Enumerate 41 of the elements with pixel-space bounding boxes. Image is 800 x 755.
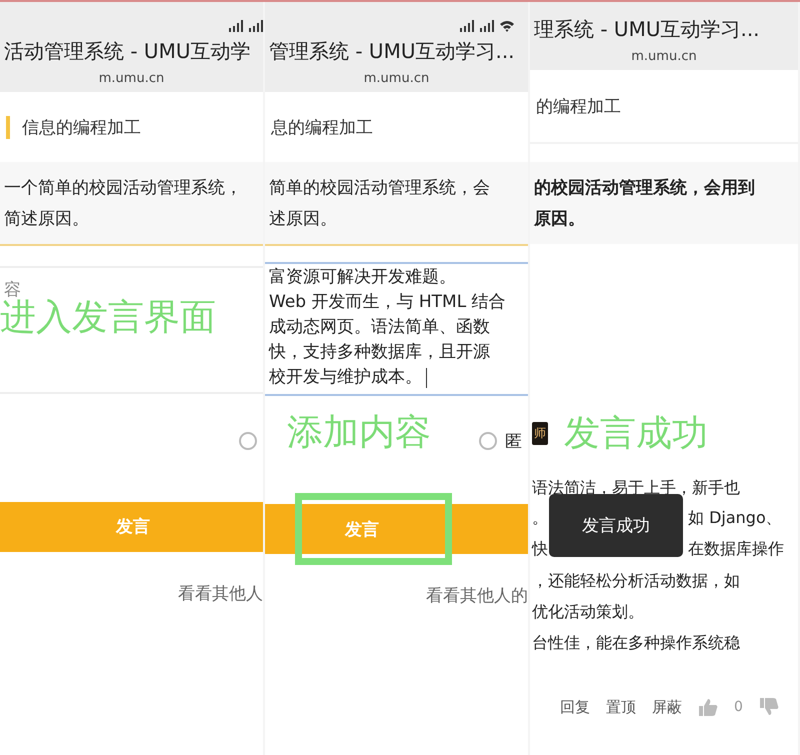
like-count: 0 xyxy=(734,699,743,716)
comment-line: 优化活动策划。 xyxy=(532,600,645,623)
role-badge: 师 xyxy=(532,422,548,446)
wifi-icon xyxy=(499,20,515,32)
page-url: m.umu.cn xyxy=(98,71,164,86)
page-title: 理系统 - UMU互动学习... xyxy=(533,16,760,43)
thumbs-down-icon[interactable] xyxy=(758,698,779,716)
comment-line: 台性佳，能在多种操作系统稳 xyxy=(532,632,741,654)
comment-line: 。 xyxy=(532,508,549,529)
anonymous-label: 匿 xyxy=(505,430,522,452)
page-url: m.umu.cn xyxy=(631,49,697,64)
page-title: 管理系统 - UMU互动学习... xyxy=(268,38,515,65)
comment-action[interactable]: 置顶 xyxy=(606,698,636,717)
annotation-text: 进入发言界面 xyxy=(0,298,217,338)
comment-line: ，还能轻松分析活动数据，如 xyxy=(532,570,741,592)
text-area[interactable]: 富资源可解决开发难题。 Web 开发而生，与 HTML 结合 成动态网页。语法简单、函数 快，支持多种数据库，且开源 校开发与维护成本。 xyxy=(265,262,528,396)
comment-action[interactable]: 屏蔽 xyxy=(652,698,682,717)
signal-icon xyxy=(479,20,495,32)
others-link[interactable]: 看看其他人 xyxy=(178,582,263,605)
question-box: 一个简单的校园活动管理系统， 简述原因。 xyxy=(0,162,263,246)
anonymous-radio[interactable] xyxy=(479,432,497,450)
others-link[interactable]: 看看其他人的 xyxy=(426,584,528,607)
question-box: 的校园活动管理系统，会用到 原因。 xyxy=(530,162,798,244)
section-title: 息的编程加工 xyxy=(271,116,373,138)
section-title: 的编程加工 xyxy=(536,96,621,118)
signal-icon xyxy=(228,20,244,32)
anonymous-radio[interactable] xyxy=(239,432,257,450)
signal-icon xyxy=(459,20,475,32)
toast: 发言成功 xyxy=(549,494,683,557)
comment-line: 快 xyxy=(532,538,549,560)
annotation-text: 添加内容 xyxy=(287,413,431,453)
annotation-text: 发言成功 xyxy=(564,414,708,454)
comment-action[interactable]: 回复 xyxy=(560,698,590,717)
page-title: 活动管理系统 - UMU互动学 xyxy=(3,38,250,65)
question-box: 简单的校园活动管理系统，会 述原因。 xyxy=(265,162,528,246)
comment-line: 如 Django、 xyxy=(688,508,782,529)
thumbs-up-icon[interactable] xyxy=(698,698,718,716)
signal-icon xyxy=(248,20,263,32)
page-url: m.umu.cn xyxy=(364,71,430,86)
comment-line: 在数据库操作 xyxy=(688,538,784,560)
section-title: 信息的编程加工 xyxy=(6,116,141,138)
